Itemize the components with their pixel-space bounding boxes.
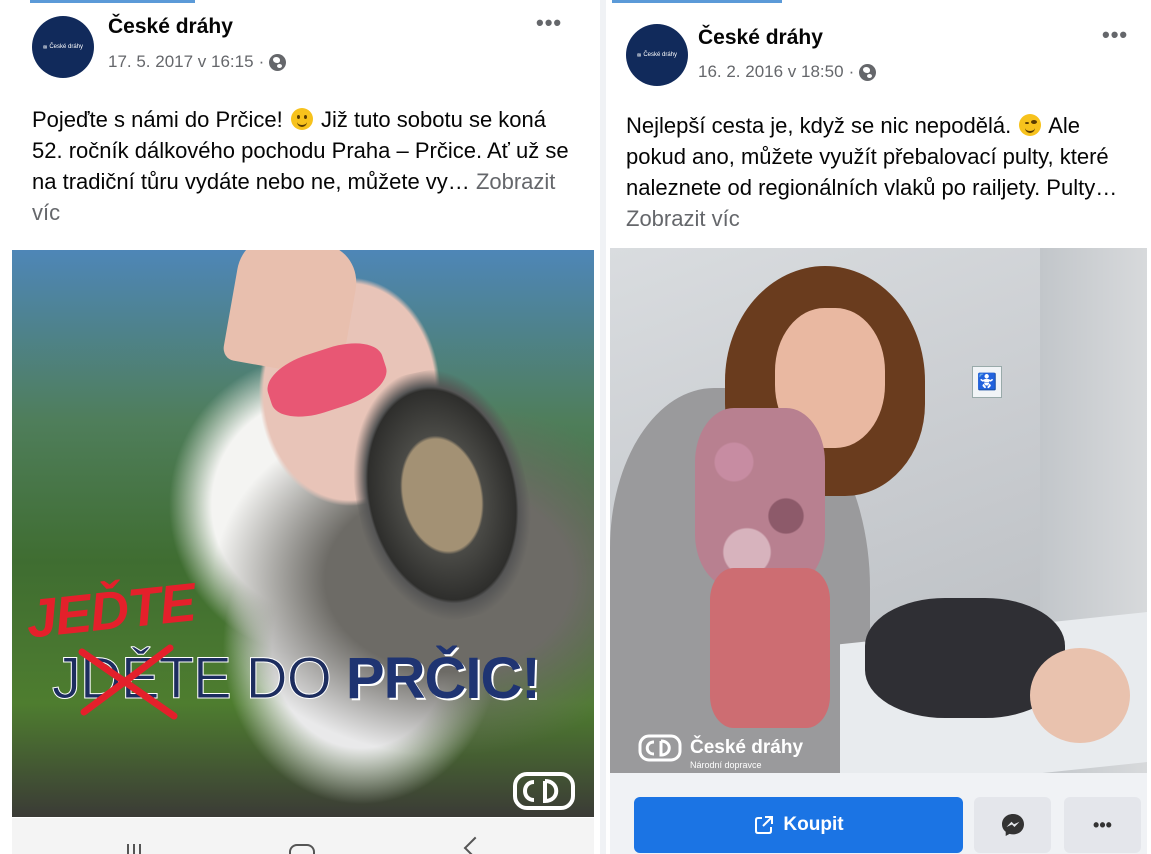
page-name[interactable]: České dráhy — [698, 26, 823, 50]
svg-text:ČD: ČD — [638, 54, 642, 57]
tab-indicator — [612, 0, 782, 3]
smile-emoji-icon — [290, 108, 313, 130]
headline-middle: DO — [230, 646, 346, 712]
page-avatar[interactable]: ČD České dráhy — [32, 16, 94, 78]
post-text: Nejlepší cesta je, když se nic nepodělá.… — [626, 110, 1136, 234]
image-top — [710, 568, 830, 728]
post-text-part1: Nejlepší cesta je, když se nic nepodělá. — [626, 113, 1018, 138]
post-text-part1: Pojeďte s námi do Prčice! — [32, 107, 289, 132]
messenger-icon — [1001, 814, 1024, 836]
handwritten-word: JEĎTE — [23, 572, 198, 650]
globe-icon — [269, 53, 287, 71]
post-timestamp[interactable]: 17. 5. 2017 v 16:15 — [108, 52, 254, 72]
post-text: Pojeďte s námi do Prčice! Již tuto sobot… — [32, 104, 582, 228]
post-image[interactable]: 🚼 České dráhy Národní dopravce — [610, 248, 1147, 773]
cd-logo-icon: ČD České dráhy — [43, 40, 83, 54]
post-image[interactable]: JEĎTE JDĚTE DO PRČIC! — [12, 250, 594, 817]
brand-watermark: České dráhy Národní dopravce — [638, 734, 804, 770]
meta-separator: · — [258, 52, 265, 71]
red-cross-mark — [78, 644, 178, 720]
cd-logo-icon — [513, 772, 575, 810]
avatar-logo-text: České dráhy — [49, 44, 83, 50]
baby-changing-sign-icon: 🚼 — [972, 366, 1002, 398]
post-meta: 17. 5. 2017 v 16:15 · — [108, 52, 287, 72]
buy-button-label: Koupit — [783, 814, 844, 835]
brand-name: České dráhy — [690, 737, 804, 758]
wink-emoji-icon — [1019, 114, 1042, 136]
recents-icon[interactable] — [127, 844, 147, 854]
tab-indicator — [30, 0, 195, 3]
buy-button[interactable]: Koupit — [634, 797, 963, 853]
messenger-button[interactable] — [974, 797, 1051, 853]
image-scarf — [695, 408, 825, 588]
more-options-button[interactable]: ••• — [1064, 797, 1141, 853]
headline-strong: PRČIC! — [345, 646, 541, 711]
image-shoe-sole — [332, 355, 552, 635]
post-meta: 16. 2. 2016 v 18:50 · — [698, 62, 877, 82]
meta-separator: · — [848, 62, 855, 81]
cd-logo-icon — [638, 734, 682, 762]
post-options-button[interactable]: ••• — [1102, 22, 1128, 48]
cd-logo-icon: ČD České dráhy — [637, 48, 677, 62]
avatar-logo-text: České dráhy — [643, 52, 677, 58]
brand-tagline: Národní dopravce — [690, 760, 762, 770]
post-right: ČD České dráhy České dráhy 16. 2. 2016 v… — [606, 0, 1151, 854]
post-timestamp[interactable]: 16. 2. 2016 v 18:50 — [698, 62, 844, 82]
cta-bar: Koupit ••• — [610, 773, 1147, 854]
android-nav-bar — [12, 818, 594, 854]
see-more-link[interactable]: Zobrazit víc — [626, 206, 740, 231]
external-link-icon — [755, 816, 774, 834]
home-icon[interactable] — [289, 844, 315, 854]
svg-text:ČD: ČD — [44, 46, 48, 49]
page-avatar[interactable]: ČD České dráhy — [626, 24, 688, 86]
page-name[interactable]: České dráhy — [108, 15, 233, 39]
post-options-button[interactable]: ••• — [536, 10, 562, 36]
image-baby-head — [1030, 648, 1130, 743]
post-left: ČD České dráhy České dráhy 17. 5. 2017 v… — [0, 0, 600, 854]
back-icon[interactable] — [463, 836, 487, 854]
globe-icon — [859, 63, 877, 81]
